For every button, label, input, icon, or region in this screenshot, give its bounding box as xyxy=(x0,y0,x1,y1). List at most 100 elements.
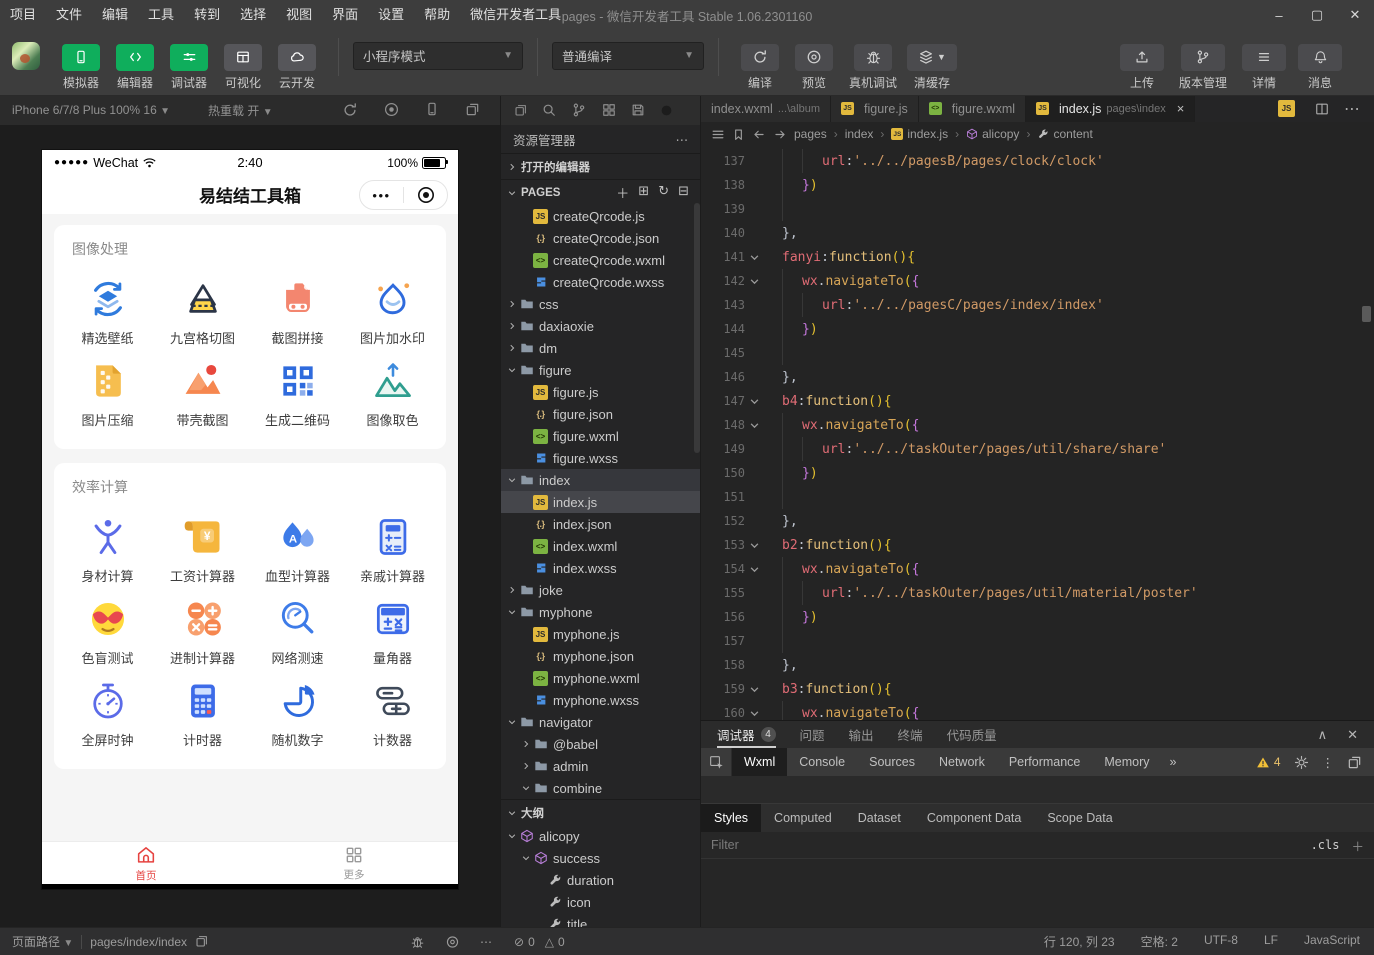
tool-随机数字[interactable]: 随机数字 xyxy=(250,679,345,749)
device-select[interactable]: iPhone 6/7/8 Plus 100% 16 ▼ xyxy=(0,103,170,117)
debugger-tab-终端[interactable]: 终端 xyxy=(898,721,923,748)
devtools-tab-Network[interactable]: Network xyxy=(927,748,997,776)
tree-item-figure.wxss[interactable]: figure.wxss xyxy=(501,447,701,469)
arrow-left-icon[interactable] xyxy=(752,128,766,141)
tool-图片加水印[interactable]: 图片加水印 xyxy=(345,277,440,347)
tool-色盲测试[interactable]: 色盲测试 xyxy=(60,597,155,667)
editor-tab-figure.wxml[interactable]: <>figure.wxml xyxy=(919,95,1026,122)
compile-select[interactable]: 普通编译▼ xyxy=(552,42,704,70)
tree-item-index.wxss[interactable]: index.wxss xyxy=(501,557,701,579)
error-counter[interactable]: ⊘0 xyxy=(514,935,535,949)
tool-身材计算[interactable]: 身材计算 xyxy=(60,515,155,585)
pages-section[interactable]: PAGES ＋ ⊞ ↻ ⊟ xyxy=(501,179,701,205)
tool-图像取色[interactable]: 图像取色 xyxy=(345,359,440,429)
menu-item-帮助[interactable]: 帮助 xyxy=(414,7,460,22)
toolbar-真机调试[interactable]: 真机调试 xyxy=(841,44,905,91)
tree-item-dm[interactable]: dm xyxy=(501,337,701,359)
copy-icon[interactable] xyxy=(514,104,527,117)
tree-item-alicopy[interactable]: alicopy xyxy=(501,825,701,847)
devtools-tab-Memory[interactable]: Memory xyxy=(1092,748,1161,776)
fold-chevron-icon[interactable] xyxy=(745,421,763,430)
tool-量角器[interactable]: 量角器 xyxy=(345,597,440,667)
kebab-menu-icon[interactable]: ⋮ xyxy=(1322,755,1335,770)
arrow-right-icon[interactable] xyxy=(773,128,787,141)
tool-计时器[interactable]: 计时器 xyxy=(155,679,250,749)
tool-九宫格切图[interactable]: 九宫格切图 xyxy=(155,277,250,347)
refresh-icon[interactable] xyxy=(342,102,358,118)
exit-target-button[interactable] xyxy=(404,186,447,204)
tree-item-createQrcode.json[interactable]: {.}createQrcode.json xyxy=(501,227,701,249)
more-status-icon[interactable]: ⋯ xyxy=(480,935,492,949)
fold-chevron-icon[interactable] xyxy=(745,253,763,262)
cursor-position[interactable]: 行 120, 列 23 xyxy=(1044,933,1115,950)
tree-item-icon[interactable]: icon xyxy=(501,891,701,913)
minimize-button[interactable]: – xyxy=(1260,0,1298,30)
tree-item-index.js[interactable]: JSindex.js xyxy=(501,491,701,513)
preview-eye-icon[interactable] xyxy=(445,935,460,949)
devtools-tab-Sources[interactable]: Sources xyxy=(857,748,927,776)
tree-item-admin[interactable]: admin xyxy=(501,755,701,777)
toolbar-上传[interactable]: 上传 xyxy=(1114,44,1170,91)
fold-chevron-icon[interactable] xyxy=(745,685,763,694)
tool-工资计算器[interactable]: ¥工资计算器 xyxy=(155,515,250,585)
simulator-phone-icon[interactable] xyxy=(425,102,439,118)
toolbar-版本管理[interactable]: 版本管理 xyxy=(1170,44,1236,91)
menu-item-视图[interactable]: 视图 xyxy=(276,7,322,22)
breadcrumb-index.js[interactable]: JSindex.js xyxy=(891,127,948,141)
encoding-setting[interactable]: UTF-8 xyxy=(1204,933,1238,950)
refresh-explorer-icon[interactable]: ↻ xyxy=(658,183,669,202)
tree-item-combine[interactable]: combine xyxy=(501,777,701,799)
page-path-value[interactable]: pages/index/index xyxy=(90,935,187,949)
styles-tab-Component Data[interactable]: Component Data xyxy=(914,804,1035,832)
debugger-tab-代码质量[interactable]: 代码质量 xyxy=(947,721,997,748)
toolbar-消息[interactable]: 消息 xyxy=(1292,44,1348,91)
tree-item-css[interactable]: css xyxy=(501,293,701,315)
tabbar-更多[interactable]: 更多 xyxy=(250,842,458,884)
editor-scrollbar[interactable] xyxy=(1362,306,1371,322)
menu-item-项目[interactable]: 项目 xyxy=(0,7,46,22)
user-avatar[interactable] xyxy=(12,42,40,70)
devtools-warning-counter[interactable]: 4 xyxy=(1256,755,1281,769)
tree-item-@babel[interactable]: @babel xyxy=(501,733,701,755)
toolbar-编辑器[interactable]: 编辑器 xyxy=(108,44,162,91)
breadcrumb-index[interactable]: index xyxy=(845,127,874,141)
tree-item-success[interactable]: success xyxy=(501,847,701,869)
more-editors-icon[interactable]: ⋯ xyxy=(1344,99,1360,119)
tree-item-duration[interactable]: duration xyxy=(501,869,701,891)
tree-item-myphone.wxss[interactable]: myphone.wxss xyxy=(501,689,701,711)
new-folder-icon[interactable]: ⊞ xyxy=(638,183,649,202)
indent-setting[interactable]: 空格: 2 xyxy=(1141,933,1178,950)
tree-item-joke[interactable]: joke xyxy=(501,579,701,601)
fold-chevron-icon[interactable] xyxy=(745,277,763,286)
menu-item-工具[interactable]: 工具 xyxy=(138,7,184,22)
menu-item-文件[interactable]: 文件 xyxy=(46,7,92,22)
breadcrumb-pages[interactable]: pages xyxy=(794,127,827,141)
editor-tab-index.wxml[interactable]: index.wxml...\album xyxy=(701,95,831,122)
outline-list-icon[interactable] xyxy=(711,128,725,141)
inspect-element-icon[interactable] xyxy=(701,748,732,776)
tree-item-myphone[interactable]: myphone xyxy=(501,601,701,623)
debugger-tab-问题[interactable]: 问题 xyxy=(800,721,825,748)
add-style-icon[interactable]: ＋ xyxy=(1351,836,1364,855)
toolbar-云开发[interactable]: 云开发 xyxy=(270,44,324,91)
collapse-all-icon[interactable]: ⊟ xyxy=(678,183,689,202)
filter-input[interactable]: Filter xyxy=(711,838,739,852)
tree-item-navigator[interactable]: navigator xyxy=(501,711,701,733)
tree-item-figure.js[interactable]: JSfigure.js xyxy=(501,381,701,403)
toolbar-编译[interactable]: 编译 xyxy=(733,44,787,91)
record-icon[interactable] xyxy=(384,102,399,118)
tree-item-index.json[interactable]: {.}index.json xyxy=(501,513,701,535)
fold-chevron-icon[interactable] xyxy=(745,709,763,718)
debugger-tab-调试器[interactable]: 调试器4 xyxy=(717,721,776,748)
tree-item-title[interactable]: title xyxy=(501,913,701,928)
toolbar-详情[interactable]: 详情 xyxy=(1236,44,1292,91)
bookmark-icon[interactable] xyxy=(732,128,745,141)
devtools-tab-Wxml[interactable]: Wxml xyxy=(732,748,787,776)
copy-icon[interactable] xyxy=(195,935,208,948)
devtools-tab-Performance[interactable]: Performance xyxy=(997,748,1093,776)
close-button[interactable]: ✕ xyxy=(1336,0,1374,30)
menu-item-转到[interactable]: 转到 xyxy=(184,7,230,22)
editor-tab-index.js[interactable]: JSindex.jspages\index× xyxy=(1026,95,1195,122)
eol-setting[interactable]: LF xyxy=(1264,933,1278,950)
tool-全屏时钟[interactable]: 全屏时钟 xyxy=(60,679,155,749)
